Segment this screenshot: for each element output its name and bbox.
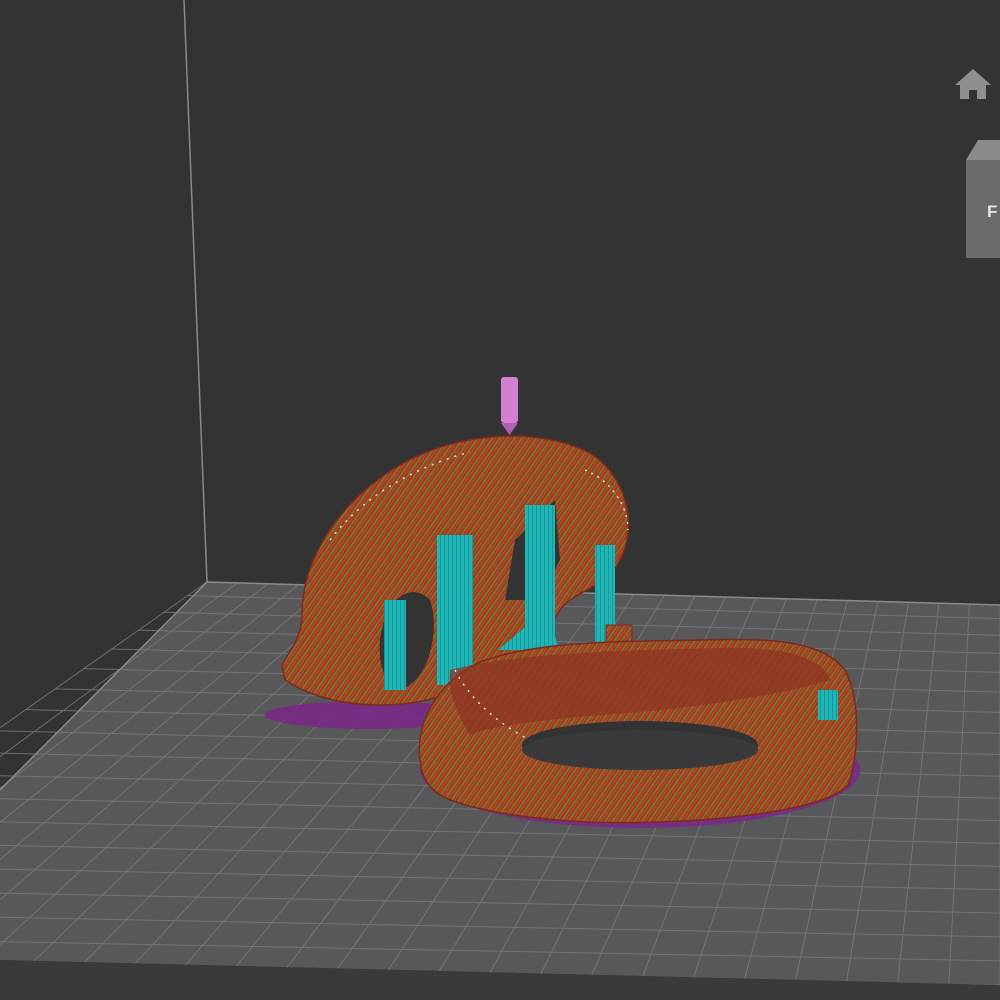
home-view-button[interactable] [948,60,998,108]
home-icon [955,69,991,99]
sliced-model-ring [418,638,860,828]
view-cube-face-label: F [987,202,998,221]
build-volume-edge [183,0,208,583]
nozzle-marker [501,377,518,435]
build-scene[interactable] [0,0,1000,1000]
support-structure [384,600,406,690]
support-structure [437,535,473,685]
view-cube[interactable] [964,138,1000,260]
3d-viewport[interactable]: F [0,0,1000,1000]
